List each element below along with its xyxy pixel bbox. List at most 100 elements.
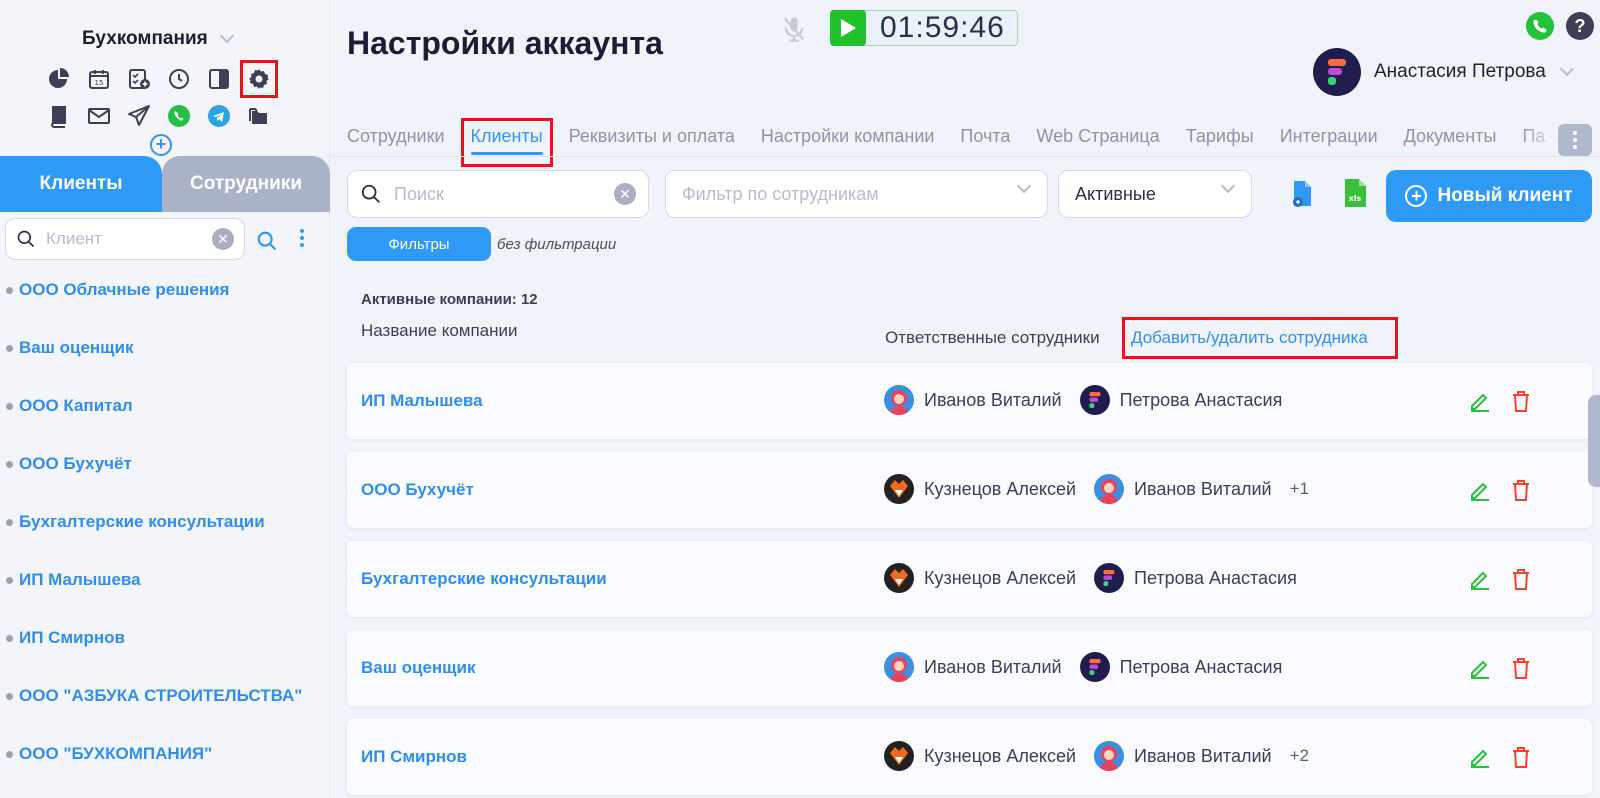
client-list-item[interactable]: ИП Смирнов	[6, 628, 326, 686]
avatar	[884, 563, 914, 593]
search-icon[interactable]	[256, 230, 278, 252]
tab-web-page[interactable]: Web Страница	[1036, 126, 1159, 155]
avatar	[884, 652, 914, 682]
xls-export-icon[interactable]: xls	[1342, 178, 1368, 208]
client-list-item[interactable]: ООО "АЗБУКА СТРОИТЕЛЬСТВА"	[6, 686, 326, 744]
sidebar-toggle-icon[interactable]	[206, 66, 232, 92]
sidebar-tab-employees[interactable]: Сотрудники	[162, 156, 330, 212]
tab-tariffs[interactable]: Тарифы	[1186, 126, 1254, 155]
search-icon	[17, 230, 35, 248]
avatar	[884, 474, 914, 504]
tab-requisites[interactable]: Реквизиты и оплата	[569, 126, 735, 155]
client-list: ООО Облачные решения Ваш оценщик ООО Кап…	[6, 280, 326, 798]
new-client-button[interactable]: + Новый клиент	[1386, 170, 1592, 222]
client-table: ИП Малышева Иванов Виталий Петрова Анаст…	[347, 363, 1592, 798]
tab-company-settings[interactable]: Настройки компании	[761, 126, 935, 155]
company-switcher[interactable]: Бухкомпания	[82, 28, 234, 50]
sidebar-tab-clients[interactable]: Клиенты	[0, 156, 162, 212]
edit-icon[interactable]	[1468, 389, 1492, 413]
search-placeholder: Поиск	[394, 183, 444, 204]
employee-chip: Петрова Анастасия	[1094, 563, 1297, 593]
more-employees-count[interactable]: +2	[1290, 746, 1309, 766]
client-list-item[interactable]: ООО Капитал	[6, 396, 326, 454]
employee-chip: Кузнецов Алексей	[884, 563, 1076, 593]
tab-integrations[interactable]: Интеграции	[1280, 126, 1378, 155]
company-link[interactable]: ООО Бухучёт	[361, 480, 474, 500]
filters-button[interactable]: Фильтры	[347, 227, 491, 261]
telegram-icon[interactable]	[206, 103, 232, 129]
microphone-off-icon[interactable]	[780, 14, 808, 44]
mail-icon[interactable]	[86, 103, 112, 129]
employee-chip: Кузнецов Алексей	[884, 741, 1076, 771]
svg-text:15: 15	[95, 79, 104, 87]
client-list-item[interactable]: Ваш оценщик	[6, 338, 326, 396]
page-title: Настройки аккаунта	[347, 25, 663, 61]
edit-icon[interactable]	[1468, 656, 1492, 680]
plus-circle-icon: +	[1405, 185, 1428, 207]
employee-name: Иванов Виталий	[1134, 478, 1272, 499]
calendar-icon[interactable]: 15	[86, 66, 112, 92]
clear-search-icon[interactable]: ✕	[212, 228, 234, 250]
clear-search-icon[interactable]: ✕	[614, 183, 636, 205]
tab-clients[interactable]: Клиенты	[460, 118, 553, 167]
user-menu[interactable]: Анастасия Петрова	[1313, 48, 1574, 96]
clock-icon[interactable]	[166, 66, 192, 92]
whatsapp-icon[interactable]	[166, 103, 192, 129]
status-select[interactable]: Активные	[1058, 170, 1252, 218]
tab-mail[interactable]: Почта	[960, 126, 1010, 155]
sidebar-more-menu-icon[interactable]	[300, 229, 304, 247]
company-link[interactable]: ИП Смирнов	[361, 747, 467, 767]
avatar	[1313, 48, 1361, 96]
company-link[interactable]: Ваш оценщик	[361, 658, 475, 678]
client-search-input[interactable]: Клиент ✕	[5, 218, 245, 260]
employee-name: Иванов Виталий	[924, 656, 1062, 677]
table-row: ИП Смирнов Кузнецов Алексей Иванов Витал…	[347, 719, 1592, 795]
help-icon[interactable]: ?	[1566, 12, 1594, 40]
client-list-item[interactable]: Бухгалтерские консультации	[6, 512, 326, 570]
responsible-employees: Иванов Виталий Петрова Анастасия	[884, 652, 1300, 682]
send-icon[interactable]	[126, 103, 152, 129]
new-client-label: Новый клиент	[1437, 185, 1573, 206]
import-document-icon[interactable]	[1290, 180, 1314, 208]
trash-icon[interactable]	[1510, 745, 1532, 769]
trash-icon[interactable]	[1510, 478, 1532, 502]
side-panel-handle[interactable]	[1588, 395, 1600, 487]
company-link[interactable]: ИП Малышева	[361, 391, 483, 411]
task-list-icon[interactable]	[126, 66, 152, 92]
edit-icon[interactable]	[1468, 567, 1492, 591]
active-companies-count: Активные компании: 12	[361, 291, 538, 308]
folders-icon[interactable]	[246, 103, 272, 129]
book-icon[interactable]	[46, 103, 72, 129]
time-tracker: 01:59:46	[830, 10, 1018, 46]
tabs-more-icon[interactable]	[1558, 124, 1592, 156]
tab-employees[interactable]: Сотрудники	[347, 126, 445, 155]
add-section-button[interactable]: +	[150, 134, 172, 156]
company-link[interactable]: Бухгалтерские консультации	[361, 569, 607, 589]
sidebar-tabs: Клиенты Сотрудники	[0, 156, 330, 212]
employee-chip: Иванов Виталий	[1094, 474, 1272, 504]
client-list-item[interactable]: ИП Малышева	[6, 570, 326, 628]
divider	[330, 156, 1600, 157]
search-input[interactable]: Поиск ✕	[347, 170, 649, 218]
client-list-item[interactable]: ООО "БУХКОМПАНИЯ"	[6, 744, 326, 798]
gear-icon[interactable]	[240, 60, 278, 98]
edit-icon[interactable]	[1468, 478, 1492, 502]
employee-filter-placeholder: Фильтр по сотрудникам	[682, 183, 879, 204]
trash-icon[interactable]	[1510, 567, 1532, 591]
play-icon[interactable]	[830, 10, 866, 46]
edit-icon[interactable]	[1468, 745, 1492, 769]
pie-chart-icon[interactable]	[46, 66, 72, 92]
avatar	[884, 385, 914, 415]
phone-icon[interactable]	[1526, 12, 1554, 40]
employee-filter-select[interactable]: Фильтр по сотрудникам	[665, 170, 1048, 218]
column-header-employees: Ответственные сотрудники	[885, 328, 1100, 347]
client-list-item[interactable]: ООО Бухучёт	[6, 454, 326, 512]
employee-name: Петрова Анастасия	[1119, 656, 1283, 677]
trash-icon[interactable]	[1510, 389, 1532, 413]
employee-name: Кузнецов Алексей	[924, 745, 1077, 766]
tab-documents[interactable]: Документы	[1404, 126, 1497, 155]
trash-icon[interactable]	[1510, 656, 1532, 680]
more-employees-count[interactable]: +1	[1290, 479, 1309, 499]
client-list-item[interactable]: ООО Облачные решения	[6, 280, 326, 338]
table-row: ООО Бухучёт Кузнецов Алексей Иванов Вита…	[347, 452, 1592, 528]
